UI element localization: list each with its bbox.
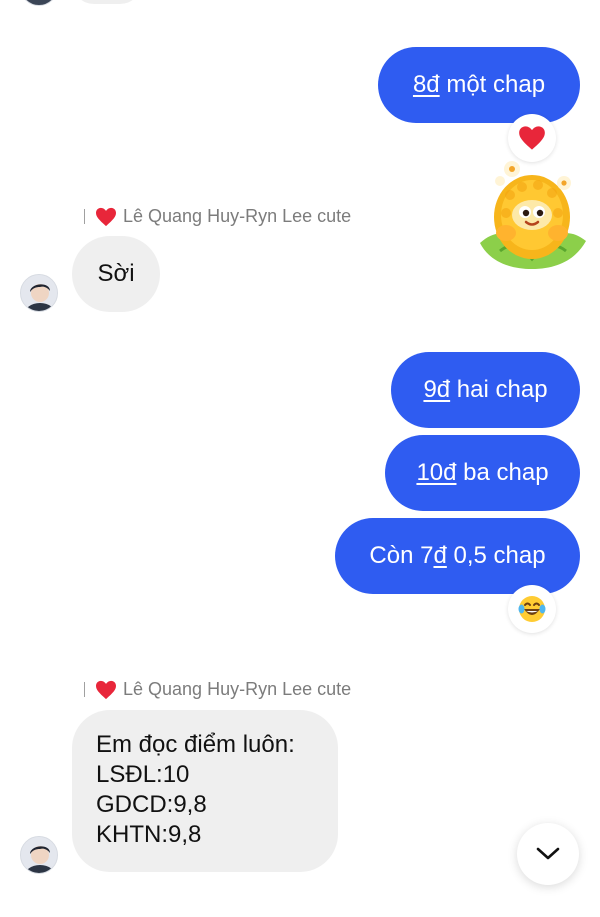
incoming-message-bubble[interactable] bbox=[72, 0, 142, 4]
sender-name: Lê Quang Huy-Ryn Lee cute bbox=[123, 679, 352, 699]
divider bbox=[84, 209, 85, 224]
scroll-to-bottom-button[interactable] bbox=[517, 823, 579, 885]
sender-name: Lê Quang Huy-Ryn Lee cute bbox=[123, 206, 352, 226]
outgoing-message-bubble[interactable]: 9đ hai chap bbox=[391, 352, 580, 428]
incoming-message-bubble[interactable]: Em đọc điểm luôn: LSĐL:10 GDCD:9,8 KHTN:… bbox=[72, 710, 338, 872]
message-line: GDCD:9,8 bbox=[96, 791, 207, 818]
corn-sticker[interactable] bbox=[470, 155, 594, 273]
red-heart-icon bbox=[96, 207, 116, 226]
message-line: LSĐL:10 bbox=[96, 761, 190, 788]
avatar[interactable] bbox=[20, 274, 58, 312]
message-line: Em đọc điểm luôn: bbox=[96, 731, 295, 758]
message-line: KHTN:9,8 bbox=[96, 821, 202, 848]
laughing-tears-icon bbox=[518, 596, 546, 622]
outgoing-message-bubble[interactable]: 8đ một chap bbox=[378, 47, 580, 123]
divider bbox=[84, 682, 85, 697]
chevron-down-icon bbox=[536, 847, 560, 860]
sender-label: Lê Quang Huy-Ryn Lee cute bbox=[84, 206, 351, 227]
incoming-message-bubble[interactable]: Sời bbox=[72, 236, 160, 312]
avatar[interactable] bbox=[20, 0, 58, 6]
red-heart-icon bbox=[96, 680, 116, 699]
red-heart-icon bbox=[519, 126, 545, 150]
reaction-laughing[interactable] bbox=[508, 585, 556, 633]
outgoing-message-bubble[interactable]: 10đ ba chap bbox=[385, 435, 580, 511]
outgoing-message-bubble[interactable]: Còn 7đ 0,5 chap bbox=[335, 518, 580, 594]
avatar[interactable] bbox=[20, 836, 58, 874]
sender-label: Lê Quang Huy-Ryn Lee cute bbox=[84, 679, 351, 700]
